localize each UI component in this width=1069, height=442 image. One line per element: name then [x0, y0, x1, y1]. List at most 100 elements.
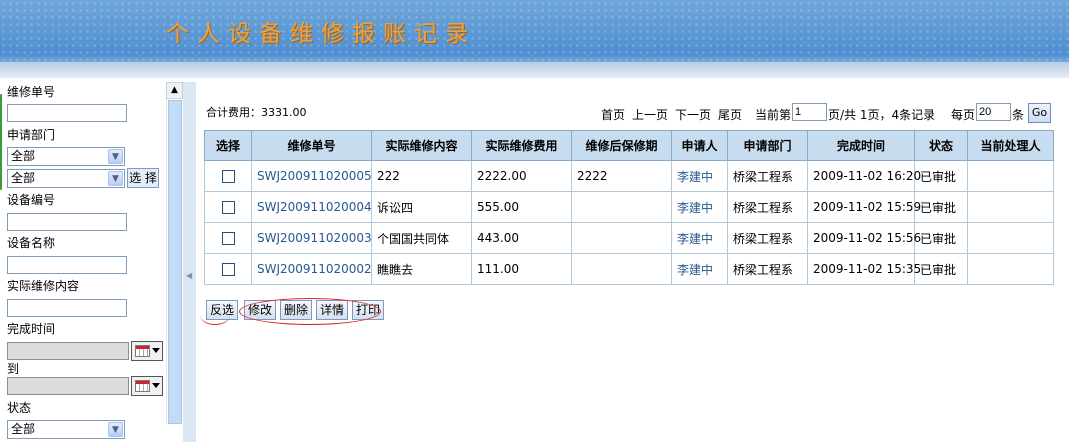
- dept-cell: 桥梁工程系: [727, 160, 808, 192]
- status-cell: 已审批: [914, 191, 968, 223]
- main-content: 合计费用：3331.00 首页 上一页 下一页 尾页 当前第 页/共 1页，4条…: [196, 78, 1069, 442]
- pager-pages-text: 页/共 1页，4条记录: [828, 108, 936, 122]
- column-header: 当前处理人: [967, 130, 1054, 161]
- status-label: 状态: [7, 401, 32, 415]
- chevron-down-icon: ▼: [108, 149, 123, 164]
- table-header-row: 选择 维修单号 实际维修内容 实际维修费用 维修后保修期 申请人 申请部门 完成…: [204, 130, 1054, 161]
- equip-name-input[interactable]: [7, 256, 127, 274]
- cost-cell: 2222.00: [471, 160, 572, 192]
- scroll-up-arrow-icon[interactable]: ▲: [166, 82, 183, 99]
- repair-no-input[interactable]: [7, 104, 127, 122]
- dept-label: 申请部门: [7, 128, 56, 142]
- page-number-input[interactable]: [792, 103, 827, 121]
- warranty-cell: [571, 253, 672, 285]
- row-checkbox[interactable]: [221, 232, 235, 245]
- column-header: 维修单号: [251, 130, 372, 161]
- header-banner: 个人设备维修报账记录: [0, 0, 1069, 78]
- content-cell: 瞧瞧去: [371, 253, 472, 285]
- handler-cell: [967, 191, 1054, 223]
- repair-no-link[interactable]: SWJ200911020005: [251, 160, 372, 192]
- filter-sidebar: 维修单号 申请部门 全部 ▼ 全部 ▼ 选 择 设备编号 设备名称 实际维修内容…: [0, 78, 166, 442]
- finish-time-from-input[interactable]: [7, 342, 129, 360]
- repair-no-link[interactable]: SWJ200911020003: [251, 222, 372, 254]
- finish-time-cell: 2009-11-02 15:56: [807, 222, 921, 254]
- status-cell: 已审批: [914, 160, 968, 192]
- scrollbar-thumb[interactable]: [168, 100, 182, 424]
- chevron-down-icon: [152, 383, 160, 388]
- row-select-cell: [204, 253, 252, 285]
- calendar-icon: [135, 380, 150, 392]
- collapse-left-arrow-icon[interactable]: ◀: [186, 271, 192, 280]
- table-row: SWJ200911020003 个国国共同体 443.00 李建中 桥梁工程系 …: [204, 222, 1054, 254]
- cost-cell: 443.00: [471, 222, 572, 254]
- table-row: SWJ200911020004 诉讼四 555.00 李建中 桥梁工程系 200…: [204, 191, 1054, 223]
- total-cost: 合计费用：3331.00: [206, 106, 307, 119]
- page-title: 个人设备维修报账记录: [166, 21, 476, 47]
- calendar-picker-button[interactable]: [131, 341, 163, 361]
- finish-time-to-input[interactable]: [7, 377, 129, 395]
- repair-no-link[interactable]: SWJ200911020004: [251, 191, 372, 223]
- applicant-link[interactable]: 李建中: [671, 222, 728, 254]
- header-divider: [0, 62, 1069, 78]
- content-cell: 222: [371, 160, 472, 192]
- status-select[interactable]: 全部 ▼: [7, 420, 125, 439]
- select-button[interactable]: 选 择: [127, 168, 159, 188]
- calendar-picker-button[interactable]: [131, 376, 163, 396]
- repair-no-label: 维修单号: [7, 85, 56, 99]
- column-header: 实际维修内容: [371, 130, 472, 161]
- annotation-ellipse: [239, 298, 381, 325]
- sidebar-edge-marker: [0, 94, 3, 190]
- table-row: SWJ200911020002 瞧瞧去 111.00 李建中 桥梁工程系 200…: [204, 253, 1054, 285]
- row-select-cell: [204, 222, 252, 254]
- column-header: 实际维修费用: [471, 130, 572, 161]
- row-checkbox[interactable]: [221, 201, 235, 214]
- pager-prev-link[interactable]: 上一页: [632, 106, 668, 123]
- column-header: 维修后保修期: [571, 130, 672, 161]
- row-select-cell: [204, 191, 252, 223]
- status-select-value: 全部: [11, 422, 36, 436]
- go-button[interactable]: Go: [1028, 103, 1051, 123]
- equip-no-input[interactable]: [7, 213, 127, 231]
- pagination: 首页 上一页 下一页 尾页 当前第 页/共 1页，4条记录 每页 条 Go: [601, 103, 1053, 123]
- cost-cell: 111.00: [471, 253, 572, 285]
- actual-content-input[interactable]: [7, 299, 127, 317]
- cost-cell: 555.00: [471, 191, 572, 223]
- per-page-suffix: 条: [1012, 108, 1025, 122]
- actual-content-label: 实际维修内容: [7, 279, 80, 293]
- warranty-cell: 2222: [571, 160, 672, 192]
- per-page-input[interactable]: [976, 103, 1011, 121]
- applicant-link[interactable]: 李建中: [671, 253, 728, 285]
- handler-cell: [967, 253, 1054, 285]
- panel-splitter[interactable]: [183, 82, 196, 442]
- chevron-down-icon: ▼: [108, 171, 123, 186]
- to-label: 到: [7, 362, 20, 376]
- row-checkbox[interactable]: [221, 170, 235, 183]
- annotation-underline: [200, 305, 230, 325]
- calendar-icon: [135, 345, 150, 357]
- chevron-down-icon: [152, 348, 160, 353]
- dept-select-primary-value: 全部: [11, 149, 36, 163]
- handler-cell: [967, 160, 1054, 192]
- dept-cell: 桥梁工程系: [727, 222, 808, 254]
- pager-current-prefix: 当前第: [755, 108, 792, 122]
- dept-select-primary[interactable]: 全部 ▼: [7, 147, 125, 166]
- pager-first-link[interactable]: 首页: [601, 106, 625, 123]
- pager-last-link[interactable]: 尾页: [718, 106, 742, 123]
- equip-no-label: 设备编号: [7, 193, 56, 207]
- applicant-link[interactable]: 李建中: [671, 191, 728, 223]
- status-cell: 已审批: [914, 253, 968, 285]
- repair-no-link[interactable]: SWJ200911020002: [251, 253, 372, 285]
- dept-select-secondary-value: 全部: [11, 171, 36, 185]
- status-cell: 已审批: [914, 222, 968, 254]
- column-header: 完成时间: [807, 130, 915, 161]
- content-cell: 诉讼四: [371, 191, 472, 223]
- column-header: 申请人: [671, 130, 728, 161]
- pager-next-link[interactable]: 下一页: [675, 106, 711, 123]
- warranty-cell: [571, 191, 672, 223]
- applicant-link[interactable]: 李建中: [671, 160, 728, 192]
- finish-time-label: 完成时间: [7, 322, 56, 336]
- dept-select-secondary[interactable]: 全部 ▼: [7, 169, 125, 188]
- row-checkbox[interactable]: [221, 263, 235, 276]
- warranty-cell: [571, 222, 672, 254]
- equip-name-label: 设备名称: [7, 236, 56, 250]
